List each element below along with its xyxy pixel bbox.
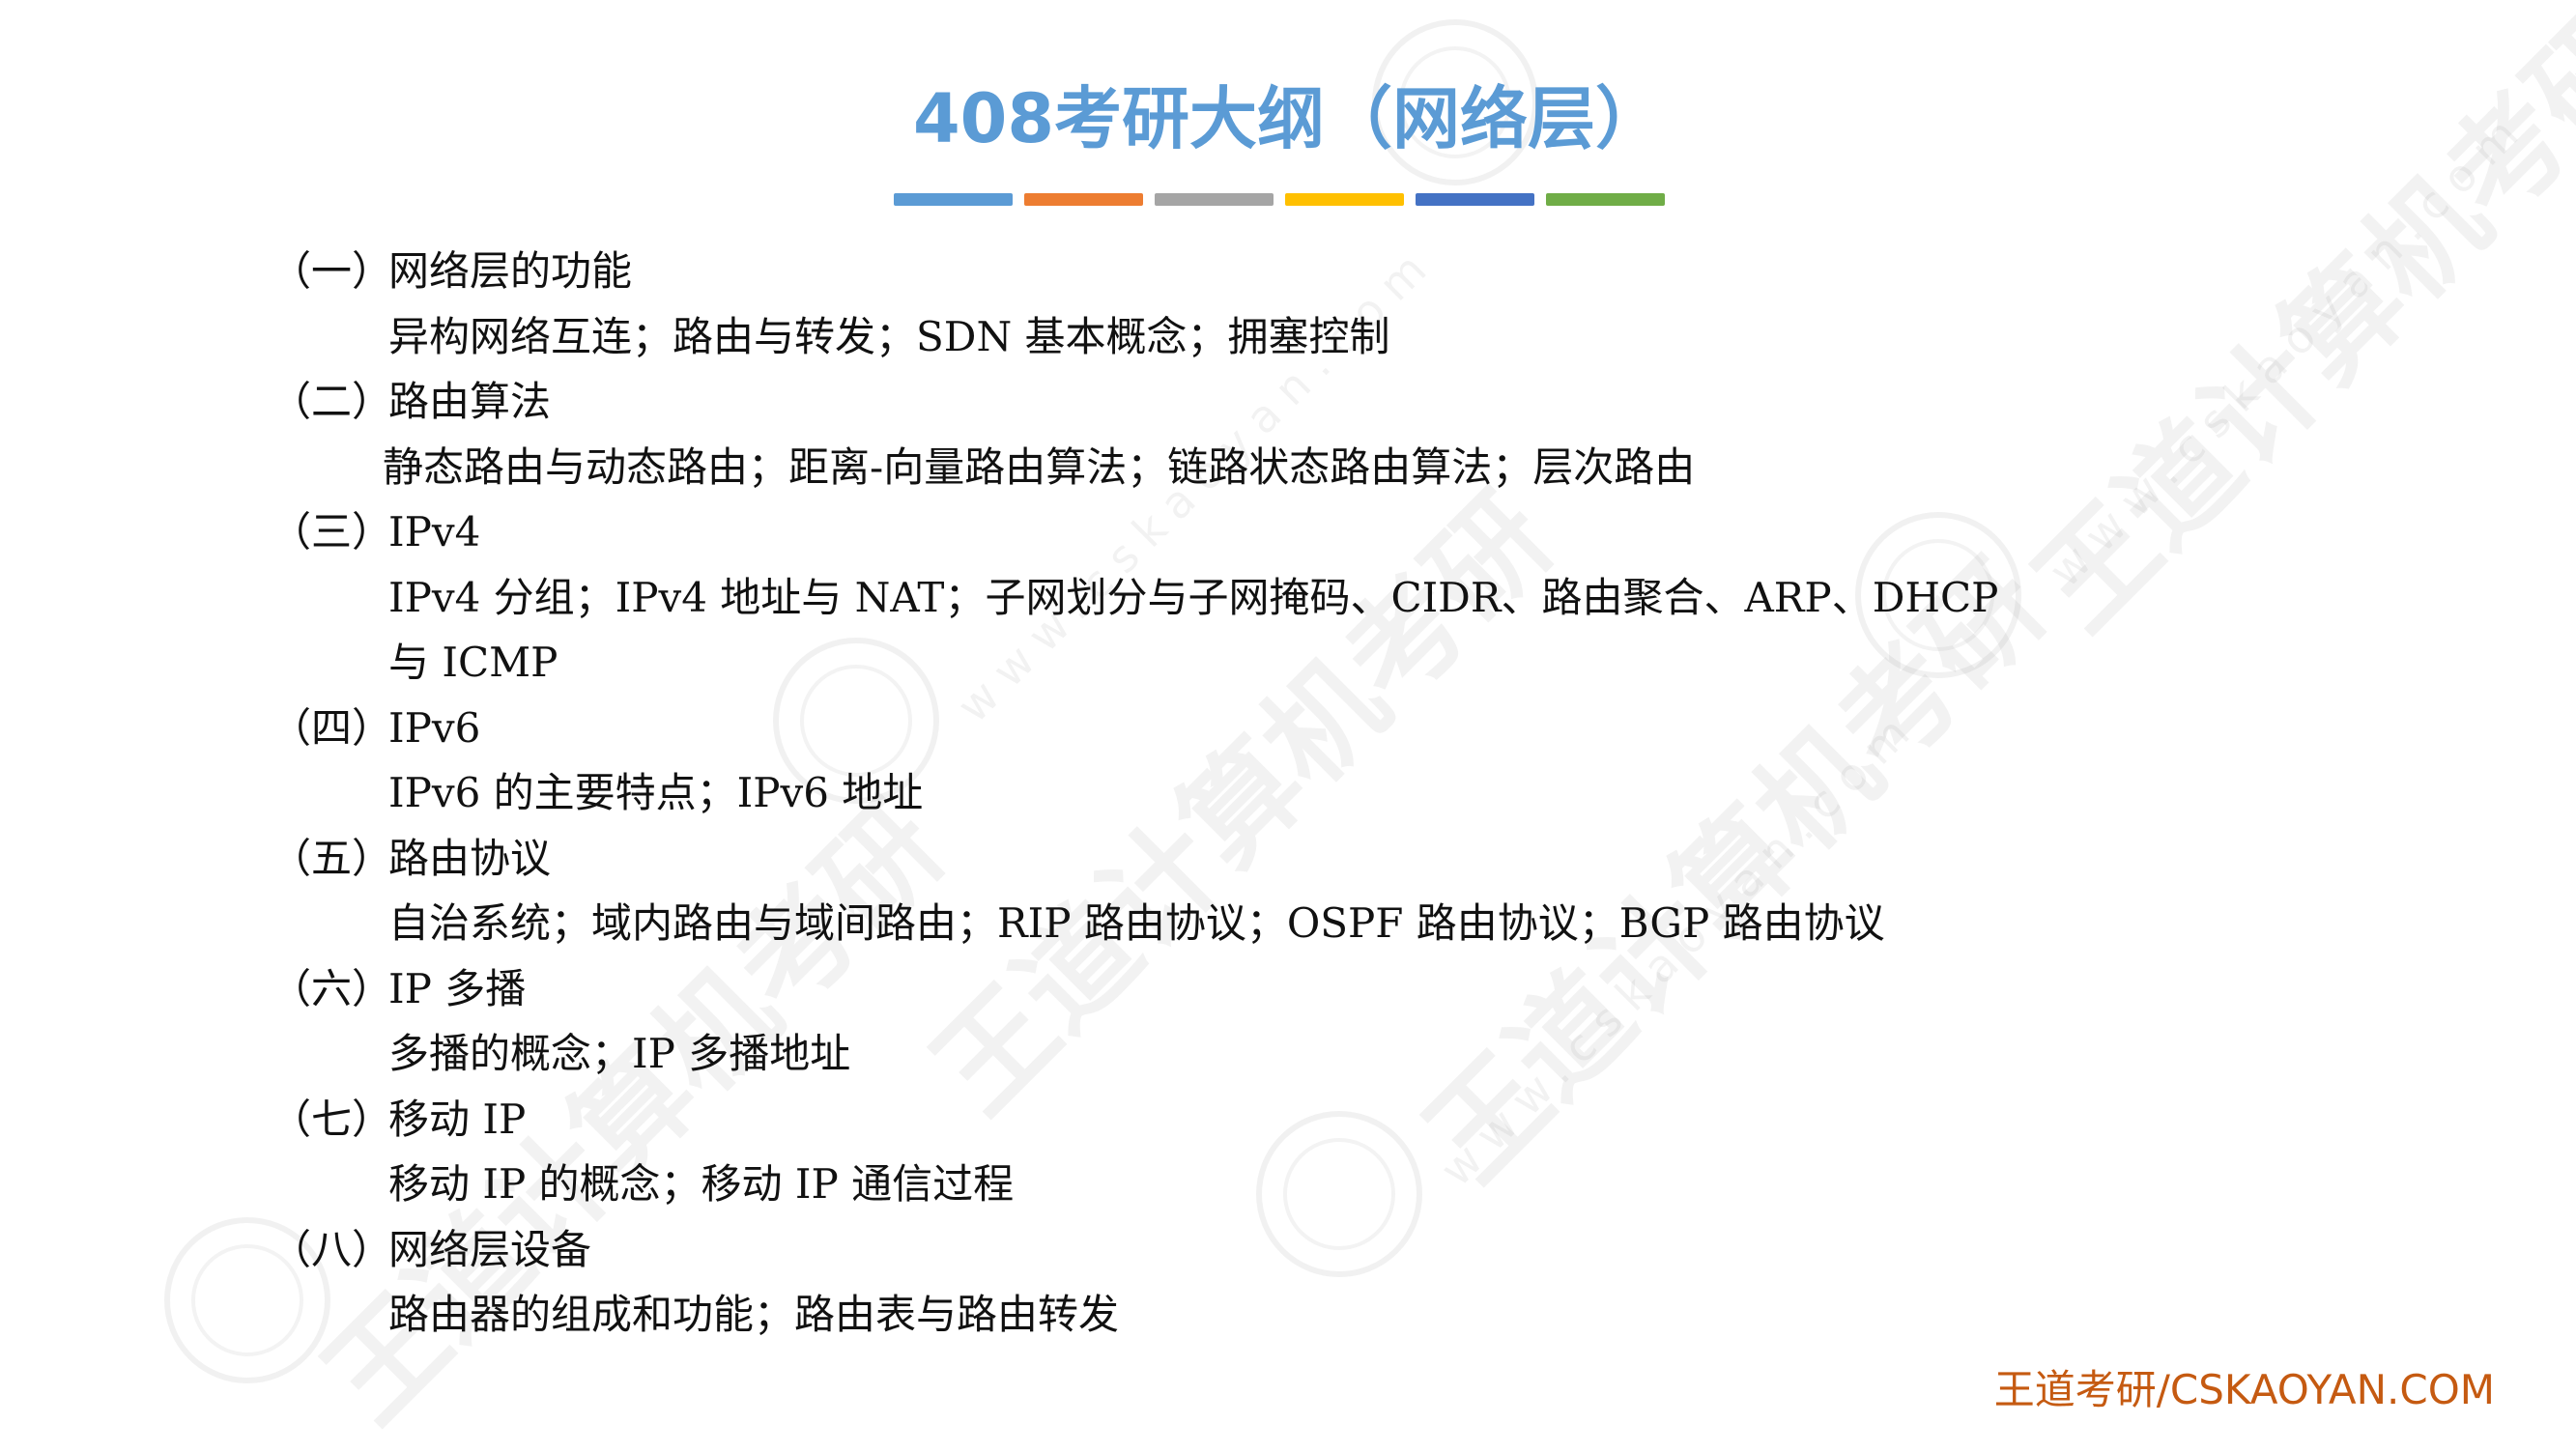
section-title: IPv4 <box>388 508 481 555</box>
section-3: （三）IPv4 IPv4 分组；IPv4 地址与 NAT；子网划分与子网掩码、C… <box>271 499 2106 696</box>
section-title: 路由算法 <box>388 378 552 425</box>
section-title: IP 多播 <box>388 964 527 1012</box>
section-8: （八）网络层设备 路由器的组成和功能；路由表与路由转发 <box>271 1217 2106 1348</box>
section-content: IPv4 分组；IPv4 地址与 NAT；子网划分与子网掩码、CIDR、路由聚合… <box>388 573 1999 687</box>
section-heading: （二）路由算法 <box>271 369 2106 435</box>
title-bar-blue <box>894 193 1013 206</box>
section-number: （一） <box>271 247 393 295</box>
title-bar-yellow <box>1285 193 1404 206</box>
section-content: IPv6 的主要特点；IPv6 地址 <box>388 769 924 816</box>
section-6: （六）IP 多播 多播的概念；IP 多播地址 <box>271 956 2106 1087</box>
section-heading: （七）移动 IP <box>271 1087 2106 1153</box>
watermark-url: www.cskaoyan.com <box>2039 98 2538 598</box>
syllabus-outline: （一）网络层的功能 异构网络互连；路由与转发；SDN 基本概念；拥塞控制 （二）… <box>271 239 2106 1348</box>
section-title: 网络层的功能 <box>388 247 633 295</box>
section-1: （一）网络层的功能 异构网络互连；路由与转发；SDN 基本概念；拥塞控制 <box>271 239 2106 369</box>
section-content: 自治系统；域内路由与域间路由；RIP 路由协议；OSPF 路由协议；BGP 路由… <box>388 899 1885 947</box>
section-heading: （四）IPv6 <box>271 696 2106 761</box>
section-title: 移动 IP <box>388 1095 527 1143</box>
section-heading: （一）网络层的功能 <box>271 239 2106 304</box>
section-content: 静态路由与动态路由；距离-向量路由算法；链路状态路由算法；层次路由 <box>383 442 1696 491</box>
section-5: （五）路由协议 自治系统；域内路由与域间路由；RIP 路由协议；OSPF 路由协… <box>271 826 2106 956</box>
title-color-bars <box>894 193 1665 206</box>
section-content: 路由器的组成和功能；路由表与路由转发 <box>388 1291 1120 1338</box>
section-title: 路由协议 <box>388 834 552 882</box>
section-number: （三） <box>271 508 393 555</box>
slide: 王道计算机考研 王道计算机考研 王道计算机考研 王道计算机考研 www.cska… <box>0 0 2576 1448</box>
section-title: 网络层设备 <box>388 1225 592 1273</box>
section-content: 多播的概念；IP 多播地址 <box>388 1030 851 1077</box>
section-heading: （八）网络层设备 <box>271 1217 2106 1283</box>
title-bar-green <box>1546 193 1665 206</box>
section-number: （八） <box>271 1225 393 1273</box>
section-number: （六） <box>271 964 393 1012</box>
section-heading: （三）IPv4 <box>271 499 2106 565</box>
title-bar-orange <box>1024 193 1143 206</box>
section-title: IPv6 <box>388 703 481 752</box>
section-2: （二）路由算法 静态路由与动态路由；距离-向量路由算法；链路状态路由算法；层次路… <box>271 369 2106 499</box>
section-heading: （五）路由协议 <box>271 826 2106 892</box>
section-4: （四）IPv6 IPv6 的主要特点；IPv6 地址 <box>271 696 2106 826</box>
section-content: 移动 IP 的概念；移动 IP 通信过程 <box>388 1160 1015 1208</box>
page-title: 408考研大纲（网络层） <box>912 79 1664 158</box>
section-heading: （六）IP 多播 <box>271 956 2106 1022</box>
title-bar-dark-blue <box>1416 193 1534 206</box>
section-content: 异构网络互连；路由与转发；SDN 基本概念；拥塞控制 <box>388 312 1390 360</box>
title-bar-gray <box>1155 193 1274 206</box>
section-number: （五） <box>271 834 393 882</box>
section-number: （四） <box>271 703 393 752</box>
section-number: （二） <box>271 378 393 425</box>
section-7: （七）移动 IP 移动 IP 的概念；移动 IP 通信过程 <box>271 1087 2106 1217</box>
footer-brand: 王道考研/CSKAOYAN.COM <box>1993 1366 2495 1413</box>
section-number: （七） <box>271 1095 393 1143</box>
